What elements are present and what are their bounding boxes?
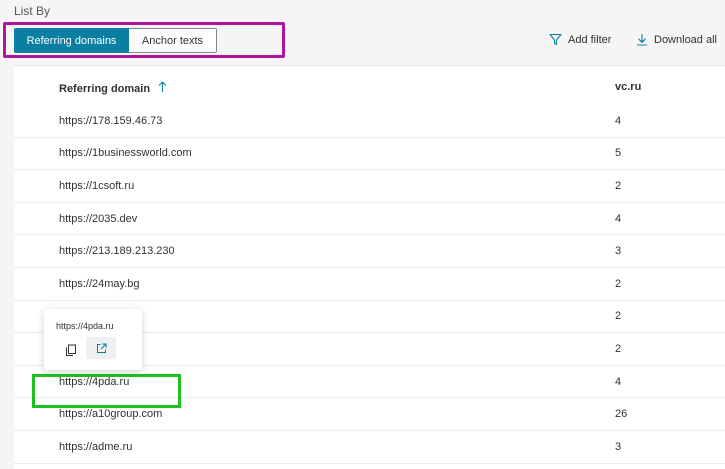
row-count: 4	[615, 375, 622, 388]
row-domain-link[interactable]: https://24may.bg	[59, 278, 140, 290]
row-domain-link[interactable]: https://2035.dev	[59, 213, 137, 225]
referring-domains-table: Referring domain vc.ru https://178.159.4…	[14, 65, 725, 469]
row-count: 2	[615, 342, 622, 355]
row-count: 3	[615, 245, 622, 258]
row-count: 26	[615, 408, 628, 421]
table-row[interactable]: https://2035.dev 4	[14, 203, 725, 236]
row-domain-link[interactable]: https://178.159.46.73	[59, 115, 162, 127]
row-count: 2	[615, 310, 622, 323]
row-domain-link[interactable]: https://1businessworld.com	[59, 147, 192, 159]
tooltip-url: https://4pda.ru	[56, 321, 114, 331]
row-domain-link[interactable]: https://1csoft.ru	[59, 180, 134, 192]
sort-ascending-icon	[158, 81, 167, 96]
row-count: 4	[615, 212, 622, 225]
open-external-icon[interactable]	[86, 337, 116, 359]
add-filter-label: Add filter	[568, 33, 612, 46]
table-row[interactable]: https://24may.bg 2	[14, 268, 725, 301]
row-domain-link[interactable]: https://213.189.213.230	[59, 245, 175, 257]
link-tooltip: https://4pda.ru	[44, 309, 142, 370]
table-row[interactable]: https://213.189.213.230 3	[14, 235, 725, 268]
download-all-button[interactable]: Download all	[636, 33, 717, 46]
tabs-highlight-box	[3, 22, 285, 58]
column-header-vc-ru[interactable]: vc.ru	[615, 81, 641, 93]
download-all-label: Download all	[654, 33, 717, 46]
table-row[interactable]: https://adme.ru 3	[14, 431, 725, 464]
column-header-referring-domain[interactable]: Referring domain	[59, 81, 167, 96]
table-row[interactable]: https://178.159.46.73 4	[14, 105, 725, 138]
row-count: 4	[615, 114, 622, 127]
filter-icon	[549, 33, 562, 46]
table-row[interactable]: https://1csoft.ru 2	[14, 170, 725, 203]
row-domain-link[interactable]: https://a10group.com	[59, 408, 162, 420]
row-highlight-box	[32, 374, 181, 408]
row-count: 2	[615, 277, 622, 290]
add-filter-button[interactable]: Add filter	[549, 33, 611, 46]
row-domain-link[interactable]: https://adme.ru	[59, 441, 132, 453]
row-count: 5	[615, 147, 622, 160]
download-icon	[636, 33, 648, 46]
table-row[interactable]: https://1businessworld.com 5	[14, 138, 725, 171]
list-by-label: List By	[14, 4, 51, 18]
copy-icon[interactable]	[62, 341, 80, 359]
column-header-referring-domain-label: Referring domain	[59, 82, 151, 95]
row-count: 3	[615, 440, 622, 453]
row-count: 2	[615, 179, 622, 192]
